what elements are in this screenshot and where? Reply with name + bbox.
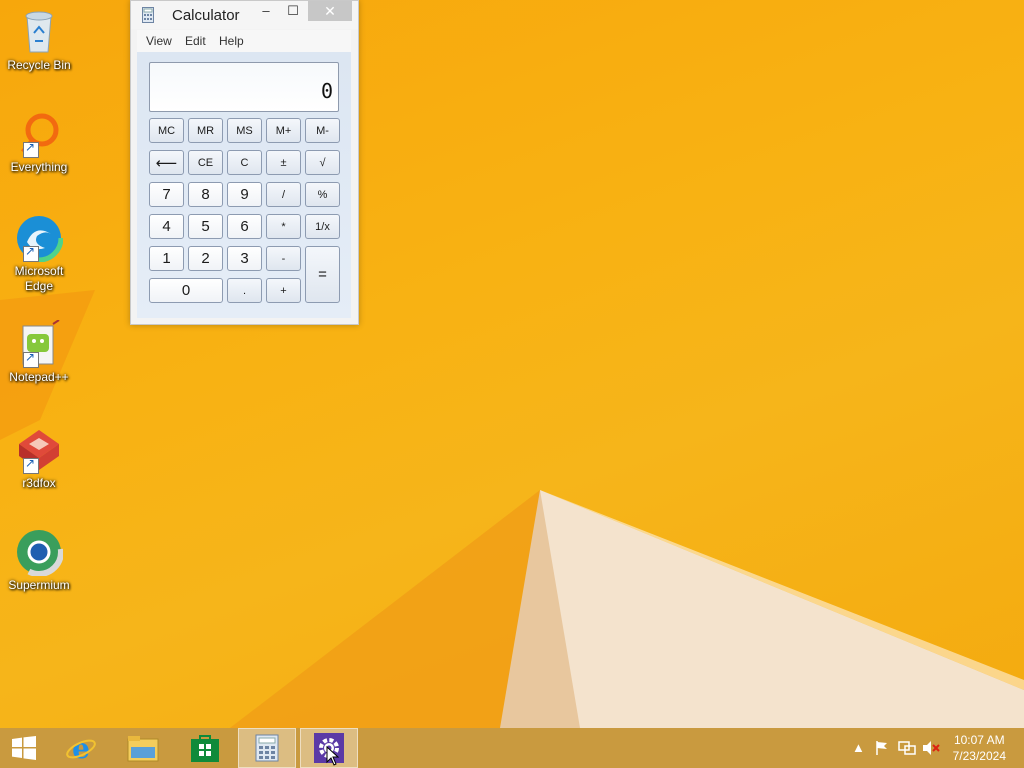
maximize-button[interactable]: ☐ xyxy=(280,1,306,21)
equals-button[interactable]: = xyxy=(305,246,340,303)
calculator-keypad-area: 0 MC MR MS M+ M- ⟵ CE C ± √ 7 8 9 / % 4 … xyxy=(137,52,351,318)
backspace-button[interactable]: ⟵ xyxy=(149,150,184,175)
svg-text:e: e xyxy=(72,732,90,764)
calculator-window[interactable]: Calculator ‒ ☐ ✕ View Edit Help 0 MC MR … xyxy=(130,0,359,325)
store-icon xyxy=(191,735,219,762)
shortcut-arrow-icon xyxy=(23,350,39,368)
desktop-icon-label: Microsoft Edge xyxy=(14,264,64,293)
clock-date: 7/23/2024 xyxy=(952,749,1006,763)
window-title: Calculator xyxy=(172,7,240,24)
memory-clear-button[interactable]: MC xyxy=(149,118,184,143)
menu-view[interactable]: View xyxy=(146,34,172,48)
mouse-cursor-icon xyxy=(326,746,340,766)
taskbar: e ▲ 10:07 AM 7/23/2024 xyxy=(0,728,1024,768)
reciprocal-button[interactable]: 1/x xyxy=(305,214,340,239)
desktop-icon-recycle-bin[interactable]: Recycle Bin xyxy=(4,8,74,73)
edge-icon xyxy=(14,213,64,263)
taskbar-internet-explorer[interactable]: e xyxy=(52,728,110,768)
network-icon[interactable] xyxy=(898,740,916,756)
digit-6-button[interactable]: 6 xyxy=(227,214,262,239)
folder-icon xyxy=(127,736,159,762)
memory-subtract-button[interactable]: M- xyxy=(305,118,340,143)
calculator-display: 0 xyxy=(149,62,339,112)
desktop-icon-supermium[interactable]: Supermium xyxy=(4,527,74,593)
divide-button[interactable]: / xyxy=(266,182,301,207)
menu-help[interactable]: Help xyxy=(219,34,244,48)
shortcut-arrow-icon xyxy=(23,244,39,262)
desktop-icon-label: Recycle Bin xyxy=(7,58,71,72)
calculator-icon xyxy=(255,734,279,762)
menu-bar: View Edit Help xyxy=(137,30,351,52)
desktop-icon-label: Notepad++ xyxy=(9,370,69,384)
desktop-icon-label: Everything xyxy=(10,160,68,174)
taskbar-file-explorer[interactable] xyxy=(114,728,172,768)
internet-explorer-icon: e xyxy=(66,732,96,764)
digit-9-button[interactable]: 9 xyxy=(227,182,262,207)
clock-time: 10:07 AM xyxy=(953,733,1005,747)
multiply-button[interactable]: * xyxy=(266,214,301,239)
desktop-icon-microsoft-edge[interactable]: Microsoft Edge xyxy=(4,213,74,294)
shortcut-arrow-icon xyxy=(23,140,39,158)
calculator-titlebar[interactable]: Calculator ‒ ☐ ✕ xyxy=(131,1,358,29)
system-clock[interactable]: 10:07 AM 7/23/2024 xyxy=(953,732,1006,764)
memory-recall-button[interactable]: MR xyxy=(188,118,223,143)
subtract-button[interactable]: - xyxy=(266,246,301,271)
memory-add-button[interactable]: M+ xyxy=(266,118,301,143)
clear-entry-button[interactable]: CE xyxy=(188,150,223,175)
digit-5-button[interactable]: 5 xyxy=(188,214,223,239)
digit-4-button[interactable]: 4 xyxy=(149,214,184,239)
clear-button[interactable]: C xyxy=(227,150,262,175)
desktop-icon-r3dfox[interactable]: r3dfox xyxy=(4,426,74,491)
show-hidden-icons-icon[interactable]: ▲ xyxy=(852,740,865,755)
recycle-bin-icon xyxy=(15,8,63,56)
percent-button[interactable]: % xyxy=(305,182,340,207)
close-button[interactable]: ✕ xyxy=(308,1,352,21)
plus-minus-button[interactable]: ± xyxy=(266,150,301,175)
memory-store-button[interactable]: MS xyxy=(227,118,262,143)
supermium-icon xyxy=(14,527,64,577)
start-button[interactable] xyxy=(0,728,48,768)
digit-1-button[interactable]: 1 xyxy=(149,246,184,271)
taskbar-store[interactable] xyxy=(176,728,234,768)
volume-muted-icon[interactable] xyxy=(922,740,940,756)
digit-7-button[interactable]: 7 xyxy=(149,182,184,207)
desktop-icon-notepad-plus-plus[interactable]: Notepad++ xyxy=(4,319,74,385)
minimize-button[interactable]: ‒ xyxy=(253,1,279,21)
notepad-plus-plus-icon xyxy=(15,319,63,368)
taskbar-calculator[interactable] xyxy=(238,728,296,768)
everything-search-icon xyxy=(15,110,63,158)
menu-edit[interactable]: Edit xyxy=(185,34,206,48)
r3dfox-icon xyxy=(15,426,63,474)
digit-3-button[interactable]: 3 xyxy=(227,246,262,271)
shortcut-arrow-icon xyxy=(23,456,39,474)
desktop-icon-everything[interactable]: Everything xyxy=(4,110,74,175)
square-root-button[interactable]: √ xyxy=(305,150,340,175)
digit-2-button[interactable]: 2 xyxy=(188,246,223,271)
desktop-icon-label: Supermium xyxy=(8,578,70,592)
decimal-point-button[interactable]: . xyxy=(227,278,262,303)
add-button[interactable]: + xyxy=(266,278,301,303)
display-value: 0 xyxy=(320,79,333,103)
desktop-icon-label: r3dfox xyxy=(22,476,56,490)
digit-8-button[interactable]: 8 xyxy=(188,182,223,207)
calculator-app-icon xyxy=(142,7,154,23)
digit-0-button[interactable]: 0 xyxy=(149,278,223,303)
windows-logo-icon xyxy=(12,736,36,760)
action-center-flag-icon[interactable] xyxy=(874,740,890,756)
